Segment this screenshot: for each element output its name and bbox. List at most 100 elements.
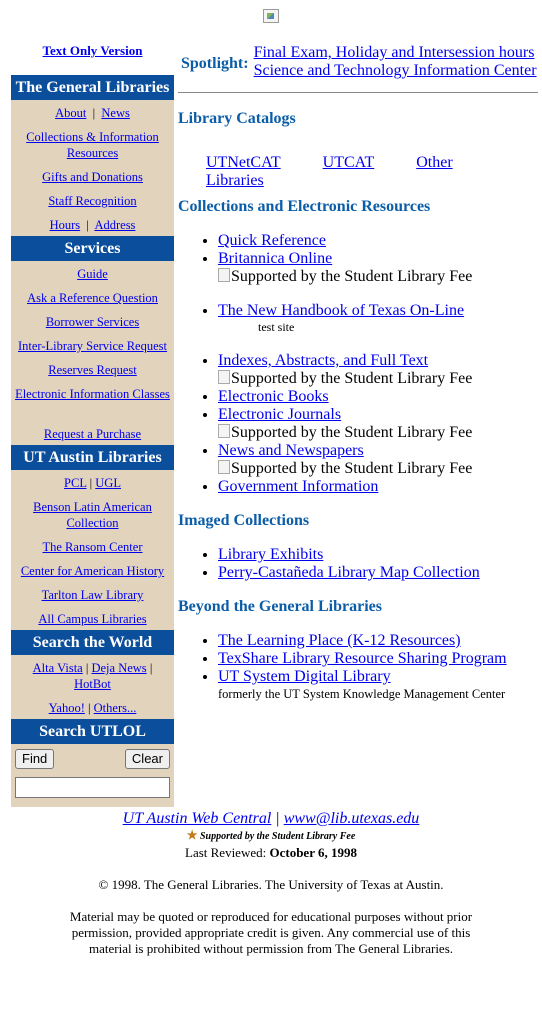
ransom-link[interactable]: The Ransom Center (43, 540, 143, 554)
list-item: Library Exhibits (218, 546, 480, 564)
electronic-classes-link[interactable]: Electronic Information Classes (15, 387, 170, 401)
email-link[interactable]: www@lib.utexas.edu (284, 810, 420, 827)
benson-link[interactable]: Benson Latin American Collection (33, 500, 152, 530)
footer-fee-note: ★ Supported by the Student Library Fee (0, 828, 542, 843)
list-item: Britannica Online Supported by the Stude… (218, 250, 472, 286)
spotlight-divider (178, 92, 538, 93)
sidebar-pcl-ugl: PCL | UGL (64, 476, 121, 490)
utlol-search-input[interactable] (15, 777, 170, 798)
gifts-link[interactable]: Gifts and Donations (42, 170, 143, 184)
list-item: UT System Digital Library formerly the U… (218, 668, 507, 702)
spotlight: Spotlight: Final Exam, Holiday and Inter… (178, 44, 540, 80)
others-link[interactable]: Others... (94, 701, 137, 715)
sidebar-service-item: Borrower Services (11, 309, 174, 333)
library-exhibits-link[interactable]: Library Exhibits (218, 546, 323, 563)
list-item: The Learning Place (K-12 Resources) (218, 632, 507, 650)
electronic-journals-link[interactable]: Electronic Journals (218, 406, 341, 423)
clear-button[interactable]: Clear (124, 749, 170, 769)
utcat-link[interactable]: UTCAT (323, 154, 375, 171)
pcl-link[interactable]: PCL (64, 476, 86, 490)
search-button-row: Find Clear (11, 744, 174, 769)
sidebar-heading-search-world: Search the World (11, 630, 174, 655)
britannica-link[interactable]: Britannica Online (218, 250, 332, 267)
ut-digital-library-link[interactable]: UT System Digital Library (218, 668, 391, 685)
request-purchase-link[interactable]: Request a Purchase (44, 427, 141, 441)
sidebar-american-history: Center for American History (11, 558, 174, 582)
electronic-books-link[interactable]: Electronic Books (218, 388, 329, 405)
address-link[interactable]: Address (94, 218, 135, 232)
sidebar-all-campus: All Campus Libraries (11, 606, 174, 630)
sidebar-heading-services: Services (11, 236, 174, 261)
staff-link[interactable]: Staff Recognition (48, 194, 136, 208)
collections-link[interactable]: Collections & Information Resources (26, 130, 159, 160)
header-banner-image (263, 9, 279, 23)
list-item: TexShare Library Resource Sharing Progra… (218, 650, 507, 668)
sidebar-gifts: Gifts and Donations (11, 164, 174, 188)
sidebar-tarlton: Tarlton Law Library (11, 582, 174, 606)
find-button[interactable]: Find (15, 749, 55, 769)
beyond-heading: Beyond the General Libraries (178, 598, 382, 615)
student-fee-image: Supported by the Student Library Fee (218, 424, 472, 442)
collections-list: Quick Reference Britannica Online Suppor… (178, 232, 472, 496)
ask-reference-link[interactable]: Ask a Reference Question (27, 291, 158, 305)
sidebar-benson: Benson Latin American Collection (11, 494, 174, 534)
list-item: Perry-Castañeda Library Map Collection (218, 564, 480, 582)
news-newspapers-link[interactable]: News and Newspapers (218, 442, 364, 459)
handbook-note: test site (258, 320, 295, 334)
indexes-link[interactable]: Indexes, Abstracts, and Full Text (218, 352, 428, 369)
american-history-link[interactable]: Center for American History (21, 564, 164, 578)
footer-fee-text: Supported by the Student Library Fee (199, 831, 356, 842)
list-item: Indexes, Abstracts, and Full Text Suppor… (218, 352, 472, 388)
sidebar-heading-ut-libraries: UT Austin Libraries (11, 445, 174, 470)
about-link[interactable]: About (55, 106, 86, 120)
hotbot-link[interactable]: HotBot (74, 677, 111, 691)
legal-text: Material may be quoted or reproduced for… (69, 909, 473, 956)
reserves-link[interactable]: Reserves Request (48, 363, 137, 377)
altavista-link[interactable]: Alta Vista (33, 661, 83, 675)
government-info-link[interactable]: Government Information (218, 478, 378, 495)
borrower-services-link[interactable]: Borrower Services (46, 315, 139, 329)
map-collection-link[interactable]: Perry-Castañeda Library Map Collection (218, 564, 480, 581)
guide-link[interactable]: Guide (77, 267, 108, 281)
learning-place-link[interactable]: The Learning Place (K-12 Resources) (218, 632, 461, 649)
student-fee-image: Supported by the Student Library Fee (218, 268, 472, 286)
text-only-link[interactable]: Text Only Version (43, 43, 143, 58)
spotlight-label: Spotlight: (181, 55, 249, 72)
catalog-links: UTNetCAT UTCAT Other Libraries (206, 154, 542, 190)
tarlton-link[interactable]: Tarlton Law Library (42, 588, 144, 602)
yahoo-link[interactable]: Yahoo! (49, 701, 85, 715)
inter-library-link[interactable]: Inter-Library Service Request (18, 339, 167, 353)
spotlight-link-exam-hours[interactable]: Final Exam, Holiday and Intersession hou… (254, 44, 535, 61)
news-link[interactable]: News (101, 106, 129, 120)
list-item: Electronic Books (218, 388, 472, 406)
web-central-link[interactable]: UT Austin Web Central (123, 810, 272, 827)
handbook-of-texas-link[interactable]: The New Handbook of Texas On-Line (218, 302, 464, 319)
sidebar-collections: Collections & Information Resources (11, 124, 174, 164)
spotlight-links: Final Exam, Holiday and Intersession hou… (254, 44, 537, 80)
last-reviewed: Last Reviewed: October 6, 1998 (0, 845, 542, 861)
list-item: Electronic Journals Supported by the Stu… (218, 406, 472, 442)
sidebar-ransom: The Ransom Center (11, 534, 174, 558)
all-campus-link[interactable]: All Campus Libraries (38, 612, 146, 626)
hours-link[interactable]: Hours (50, 218, 81, 232)
list-item: Quick Reference (218, 232, 472, 250)
copyright: © 1998. The General Libraries. The Unive… (98, 877, 444, 892)
ut-digital-note: formerly the UT System Knowledge Managem… (218, 687, 506, 701)
ugl-link[interactable]: UGL (95, 476, 121, 490)
reviewed-date: October 6, 1998 (269, 845, 357, 860)
utnetcat-link[interactable]: UTNetCAT (206, 154, 281, 171)
legal-notice: Material may be quoted or reproduced for… (0, 909, 542, 957)
texshare-link[interactable]: TexShare Library Resource Sharing Progra… (218, 650, 507, 667)
list-item: Government Information (218, 478, 472, 496)
sidebar-service-item: Reserves Request (11, 357, 174, 381)
sidebar-about-news: About | News (55, 106, 130, 120)
sidebar-staff: Staff Recognition (11, 188, 174, 212)
spotlight-link-science-center[interactable]: Science and Technology Information Cente… (254, 62, 537, 79)
sidebar-service-item: Electronic Information Classes (11, 381, 174, 421)
list-item: The New Handbook of Texas On-Line test s… (218, 302, 472, 334)
imaged-list: Library Exhibits Perry-Castañeda Library… (178, 546, 480, 582)
dejanews-link[interactable]: Deja News (91, 661, 146, 675)
sidebar-search-engines: Alta Vista | Deja News | HotBot (32, 661, 153, 691)
quick-reference-link[interactable]: Quick Reference (218, 232, 326, 249)
sidebar-heading-general-libraries: The General Libraries (11, 75, 174, 100)
